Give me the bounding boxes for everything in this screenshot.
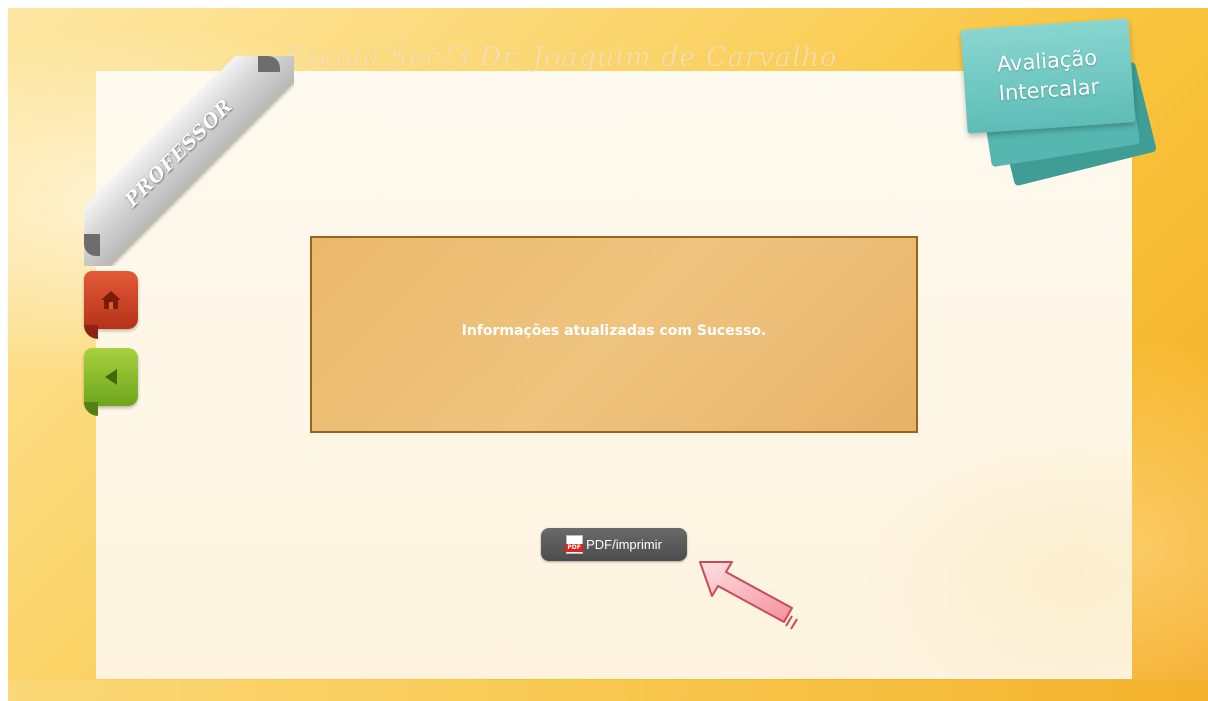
home-icon — [101, 291, 121, 309]
pdf-icon: PDF — [565, 535, 584, 554]
page-background: Escola Sec/3 Dr. Joaquim de Carvalho PRO… — [8, 8, 1208, 701]
school-title: Escola Sec/3 Dr. Joaquim de Carvalho — [284, 42, 838, 73]
success-message: Informações atualizadas com Sucesso. — [461, 322, 767, 339]
sticky-note: Avaliação Intercalar — [958, 16, 1208, 196]
footer-band — [8, 680, 1208, 701]
sticky-note-line2: Intercalar — [997, 74, 1100, 106]
role-ribbon: PROFESSOR — [84, 56, 294, 266]
role-ribbon-label: PROFESSOR — [120, 94, 238, 212]
home-button[interactable] — [84, 271, 138, 339]
success-message-box: Informações atualizadas com Sucesso. — [310, 236, 918, 433]
pointer-arrow-icon — [699, 561, 798, 630]
back-button[interactable] — [84, 348, 138, 416]
pdf-print-button[interactable]: PDF PDF/imprimir — [541, 528, 687, 561]
arrow-left-icon — [105, 369, 117, 385]
pdf-print-label: PDF/imprimir — [586, 537, 662, 552]
